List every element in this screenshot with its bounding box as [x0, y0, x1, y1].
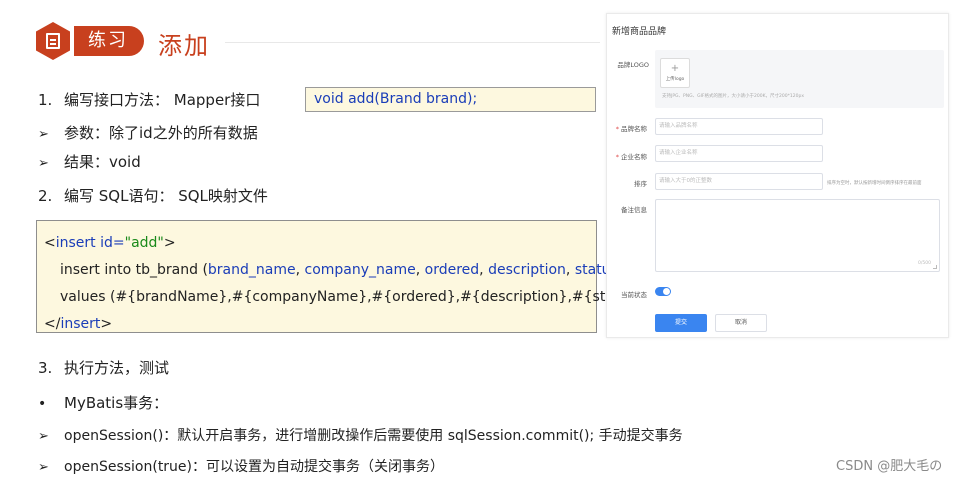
watermark: CSDN @肥大毛の: [836, 459, 943, 474]
open-session-true-item: ➢ openSession(true)：可以设置为自动提交事务（关闭事务）: [38, 456, 444, 476]
param-item: ➢ 参数：除了id之外的所有数据: [38, 122, 258, 143]
step-1: 1. 编写接口方法： Mapper接口: [38, 89, 260, 110]
code-line-4: </insert>: [44, 316, 113, 332]
dot-bullet-icon: •: [38, 396, 47, 412]
plus-icon: +: [670, 63, 680, 74]
document-icon: [36, 22, 70, 60]
description-textarea[interactable]: 0/500: [655, 199, 940, 272]
inline-code-add: void add(Brand brand);: [305, 87, 596, 112]
order-input[interactable]: 请输入大于0的正整数: [655, 173, 823, 190]
code-line-2: insert into tb_brand (brand_name, compan…: [60, 262, 623, 278]
mybatis-text: MyBatis事务：: [64, 394, 169, 412]
resize-handle-icon[interactable]: [933, 265, 937, 269]
code-line-1: <insert id="add">: [44, 235, 176, 251]
open-session-true-text: openSession(true)：可以设置为自动提交事务（关闭事务）: [64, 459, 445, 475]
company-name-label: * 企业名称: [615, 153, 647, 161]
order-label: 排序: [634, 180, 647, 188]
brand-name-input[interactable]: 请输入品牌名称: [655, 118, 823, 135]
required-mark: *: [615, 153, 619, 161]
required-mark: *: [615, 125, 619, 133]
badge-label: 练习: [74, 26, 144, 56]
logo-tip: 支持JPG、PNG、GIF格式的图片，大小请小于200K，尺寸200*120px: [662, 94, 804, 99]
cancel-button[interactable]: 取消: [715, 314, 767, 332]
description-label: 备注信息: [621, 206, 647, 214]
step-number: 3.: [38, 359, 53, 377]
section-badge: 练习: [36, 22, 144, 60]
title-divider: [225, 42, 600, 43]
company-name-input[interactable]: 请输入企业名称: [655, 145, 823, 162]
logo-label: 品牌LOGO: [617, 61, 649, 69]
submit-button[interactable]: 提交: [655, 314, 707, 332]
status-label: 当前状态: [621, 291, 647, 299]
brand-name-label: * 品牌名称: [615, 125, 647, 133]
form-title: 新增商品品牌: [612, 27, 667, 37]
arrow-bullet-icon: ➢: [38, 460, 49, 475]
upload-text: 上传logo: [665, 77, 685, 82]
brand-form-panel: 新增商品品牌 品牌LOGO + 上传logo 支持JPG、PNG、GIF格式的图…: [606, 13, 949, 338]
open-session-text: openSession()：默认开启事务，进行增删改操作后需要使用 sqlSes…: [64, 428, 683, 444]
code-text: void add(Brand brand);: [314, 91, 478, 107]
result-text: 结果：void: [64, 153, 141, 171]
step-3: 3. 执行方法，测试: [38, 357, 169, 378]
step-2: 2. 编写 SQL语句： SQL映射文件: [38, 185, 268, 206]
upload-logo-button[interactable]: + 上传logo: [660, 58, 690, 88]
mybatis-item: • MyBatis事务：: [38, 392, 168, 413]
page-title: 添加: [158, 32, 210, 60]
param-text: 参数：除了id之外的所有数据: [64, 124, 258, 142]
arrow-bullet-icon: ➢: [38, 127, 49, 142]
step-number: 1.: [38, 91, 53, 109]
step-number: 2.: [38, 187, 53, 205]
sql-code-block: <insert id="add"> insert into tb_brand (…: [36, 220, 655, 333]
order-tip: 排序为空时，默认按新增时间倒序排序在最前面: [827, 181, 922, 186]
char-count: 0/500: [918, 261, 931, 266]
step-text: 编写接口方法： Mapper接口: [64, 91, 261, 109]
open-session-item: ➢ openSession()：默认开启事务，进行增删改操作后需要使用 sqlSe…: [38, 425, 683, 445]
result-item: ➢ 结果：void: [38, 151, 141, 172]
logo-upload-area: + 上传logo 支持JPG、PNG、GIF格式的图片，大小请小于200K，尺寸…: [655, 50, 944, 108]
status-toggle[interactable]: [655, 287, 671, 296]
arrow-bullet-icon: ➢: [38, 429, 49, 444]
step-text: 编写 SQL语句： SQL映射文件: [64, 187, 268, 205]
code-line-3: values (#{brandName},#{companyName},#{or…: [60, 289, 655, 305]
arrow-bullet-icon: ➢: [38, 156, 49, 171]
step-text: 执行方法，测试: [64, 359, 170, 377]
